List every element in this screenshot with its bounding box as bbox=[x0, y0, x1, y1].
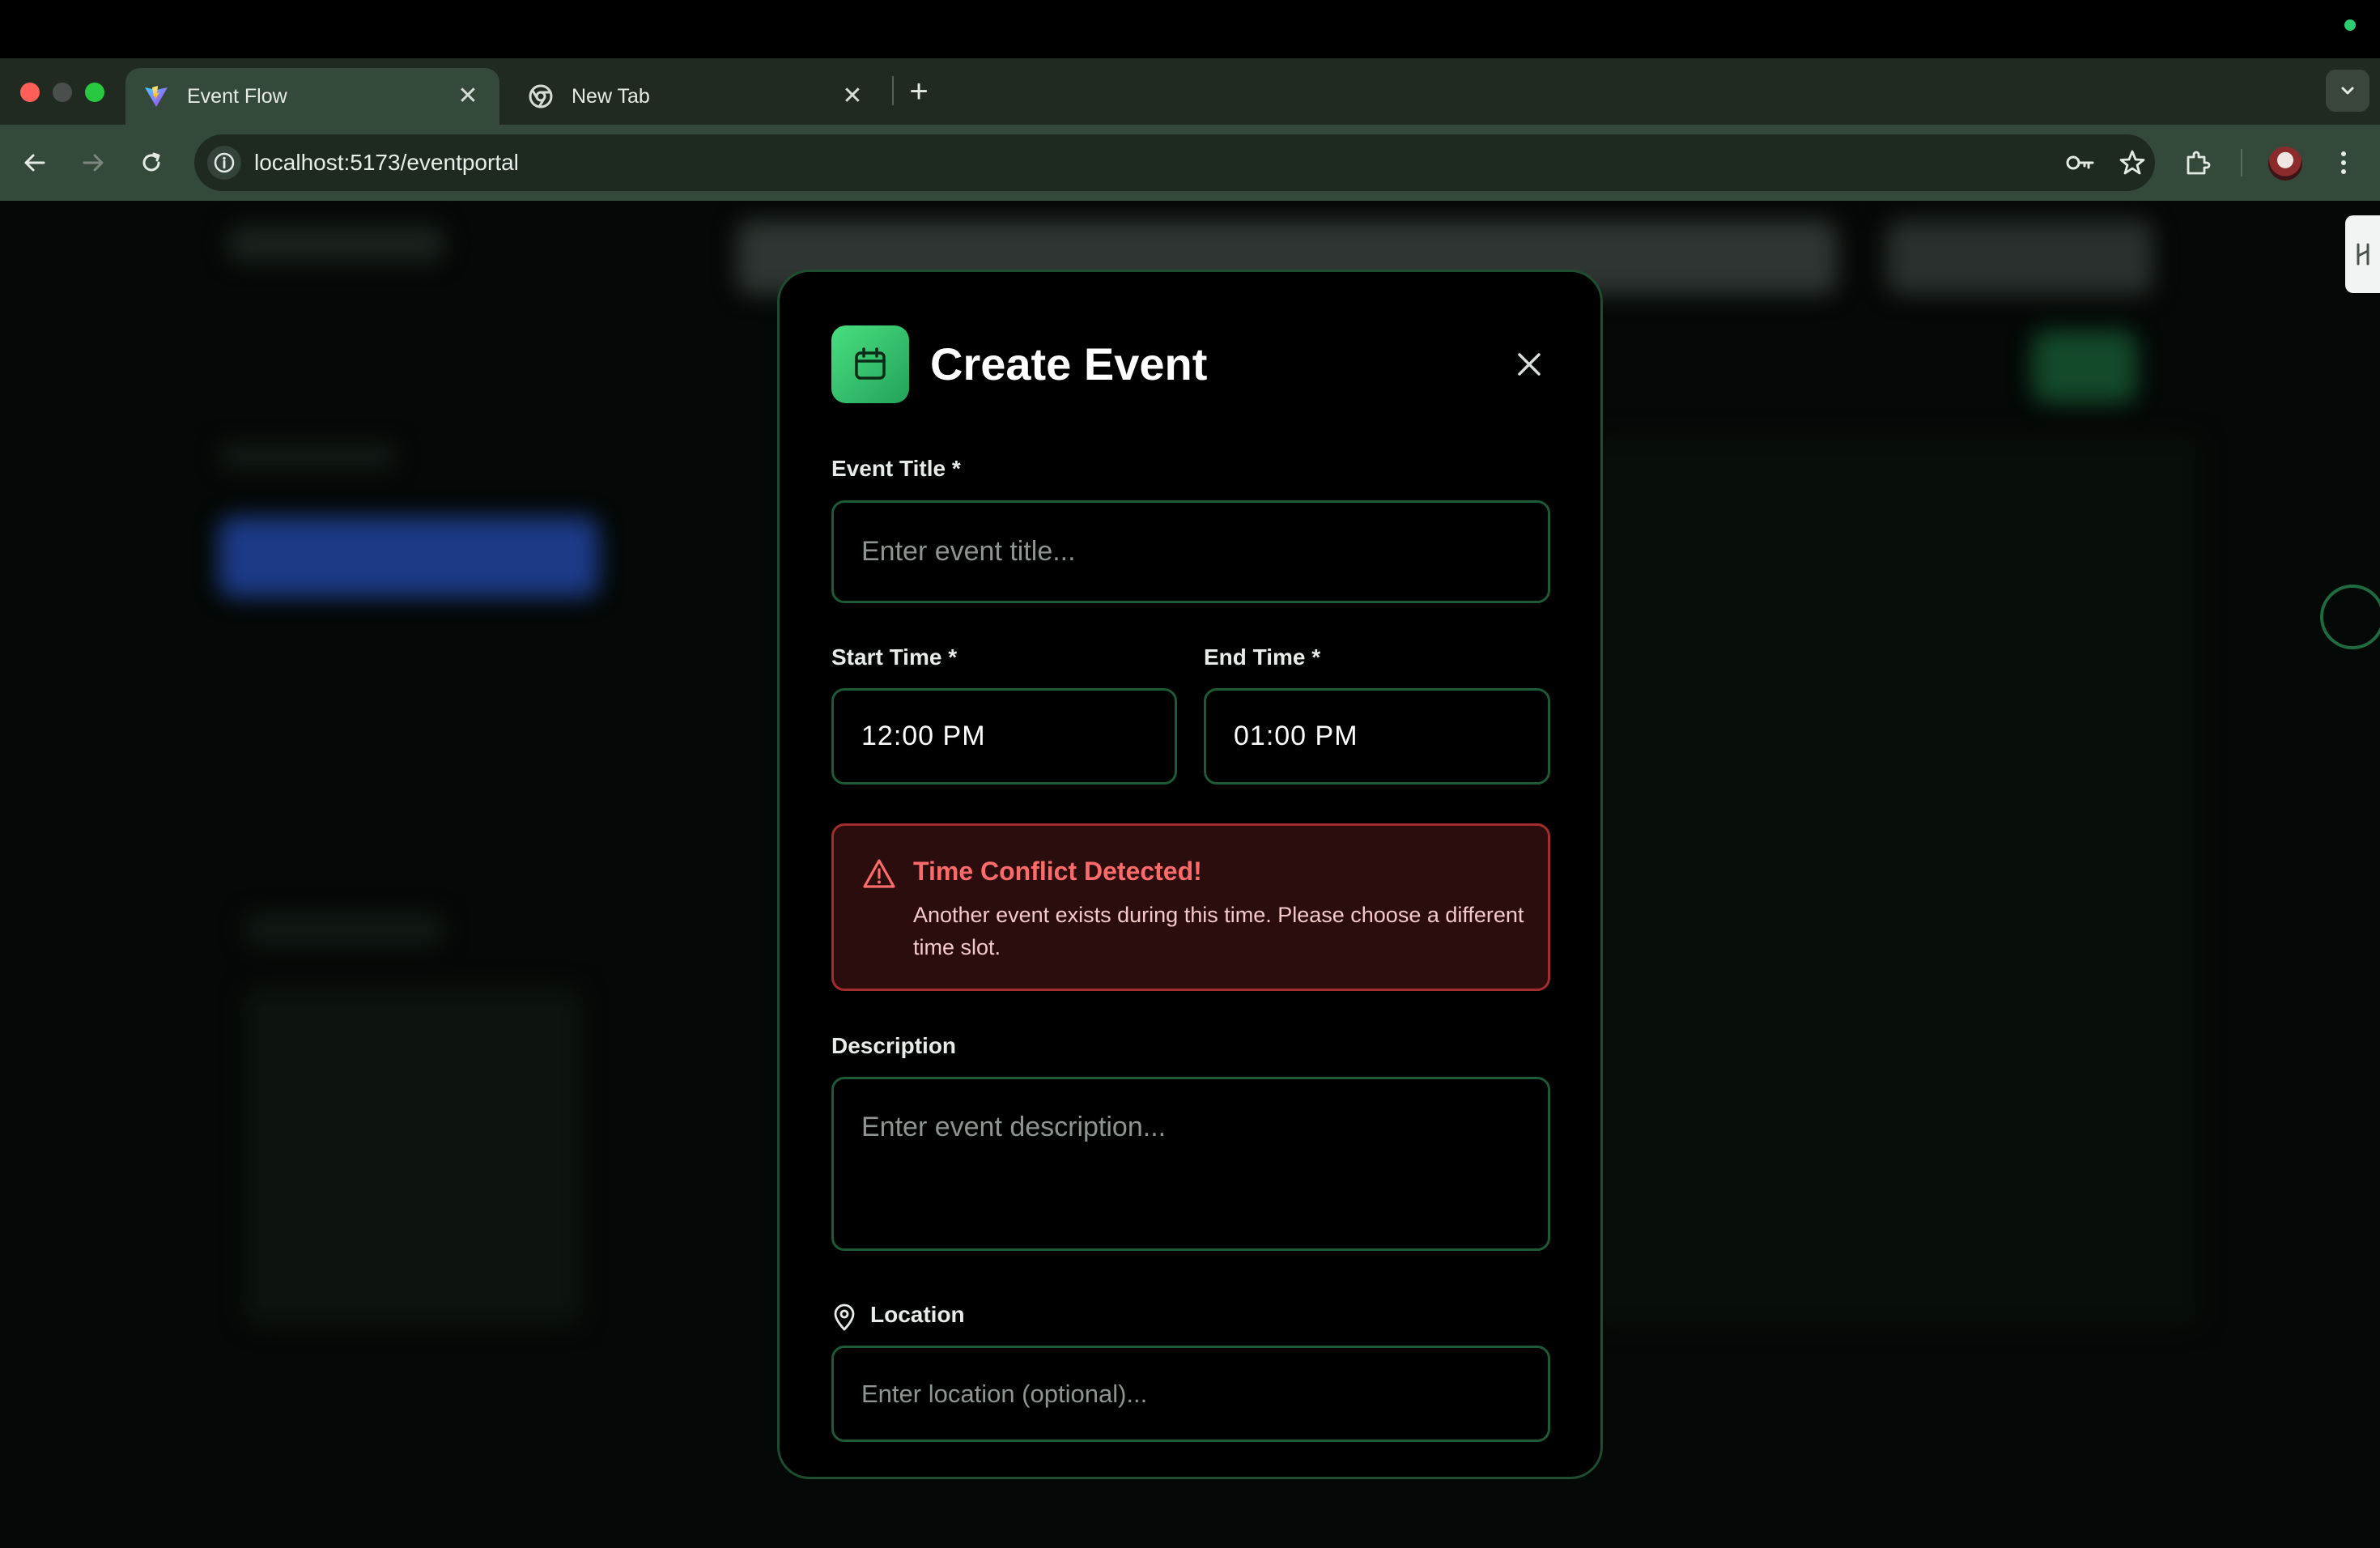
browser-menu-button[interactable] bbox=[2325, 144, 2362, 181]
event-title-label: Event Title * bbox=[831, 456, 961, 481]
tab-event-flow[interactable]: Event Flow ✕ bbox=[125, 68, 499, 125]
tab-close-icon[interactable]: ✕ bbox=[839, 84, 866, 108]
extensions-button[interactable] bbox=[2179, 144, 2216, 181]
create-event-modal: Create Event Event Title * Enter event t… bbox=[777, 270, 1603, 1479]
tab-title: New Tab bbox=[572, 84, 650, 108]
browser-tab-bar: Event Flow ✕ New Tab ✕ + bbox=[0, 58, 2380, 125]
password-key-button[interactable] bbox=[2064, 147, 2097, 179]
end-time-input[interactable]: 01:00 PM bbox=[1204, 688, 1550, 785]
window-close-button[interactable] bbox=[20, 83, 40, 102]
description-textarea[interactable]: Enter event description... bbox=[831, 1077, 1550, 1251]
chevron-down-icon bbox=[2341, 87, 2354, 95]
status-indicator-dot bbox=[2344, 19, 2356, 31]
arrow-right-icon bbox=[83, 154, 104, 172]
modal-close-button[interactable] bbox=[1505, 340, 1553, 389]
toolbar-divider bbox=[2241, 149, 2242, 176]
floating-action-button[interactable] bbox=[2320, 585, 2380, 649]
start-time-input[interactable]: 12:00 PM bbox=[831, 688, 1177, 785]
back-button[interactable] bbox=[16, 144, 53, 181]
reload-icon bbox=[142, 152, 160, 172]
os-menu-strip bbox=[0, 0, 2380, 58]
url-text: localhost:5173/eventportal bbox=[254, 150, 519, 175]
star-icon bbox=[2119, 150, 2145, 175]
side-panel-tab[interactable] bbox=[2345, 215, 2380, 293]
tab-separator bbox=[892, 76, 894, 105]
side-panel-icon bbox=[2357, 243, 2369, 266]
key-icon bbox=[2066, 155, 2094, 170]
new-tab-button[interactable]: + bbox=[905, 70, 933, 113]
bookmark-button[interactable] bbox=[2116, 147, 2148, 179]
time-conflict-alert: Time Conflict Detected! Another event ex… bbox=[831, 823, 1550, 991]
alert-message: Another event exists during this time. P… bbox=[913, 903, 1524, 959]
location-pin-icon bbox=[834, 1303, 855, 1331]
vite-logo-icon bbox=[143, 83, 169, 109]
tab-close-icon[interactable]: ✕ bbox=[454, 84, 482, 108]
location-label: Location bbox=[870, 1302, 965, 1327]
close-icon bbox=[1518, 353, 1541, 376]
event-title-input[interactable]: Enter event title... bbox=[831, 500, 1550, 603]
description-label: Description bbox=[831, 1033, 957, 1058]
more-vertical-icon bbox=[2341, 151, 2346, 174]
address-bar[interactable]: localhost:5173/eventportal bbox=[194, 134, 2155, 191]
alert-title: Time Conflict Detected! bbox=[913, 857, 1202, 886]
calendar-icon bbox=[831, 325, 909, 403]
reload-button[interactable] bbox=[133, 144, 170, 181]
end-time-label: End Time * bbox=[1204, 644, 1321, 670]
puzzle-icon bbox=[2187, 151, 2211, 175]
tab-new-tab[interactable]: New Tab ✕ bbox=[510, 68, 884, 125]
start-time-label: Start Time * bbox=[831, 644, 958, 670]
warning-triangle-icon bbox=[863, 859, 895, 888]
site-info-button[interactable] bbox=[207, 146, 241, 180]
modal-header: Create Event bbox=[831, 325, 1553, 403]
window-minimize-button[interactable] bbox=[53, 83, 72, 102]
browser-toolbar: localhost:5173/eventportal bbox=[0, 125, 2380, 201]
window-zoom-button[interactable] bbox=[85, 83, 104, 102]
modal-title: Create Event bbox=[930, 338, 1208, 389]
tab-search-button[interactable] bbox=[2326, 70, 2369, 112]
arrow-left-icon bbox=[24, 154, 45, 172]
forward-button[interactable] bbox=[74, 144, 112, 181]
tab-title: Event Flow bbox=[187, 84, 287, 108]
chrome-icon bbox=[528, 83, 554, 109]
profile-avatar[interactable] bbox=[2268, 147, 2302, 181]
info-icon bbox=[214, 152, 235, 173]
location-input[interactable]: Enter location (optional)... bbox=[831, 1346, 1550, 1442]
